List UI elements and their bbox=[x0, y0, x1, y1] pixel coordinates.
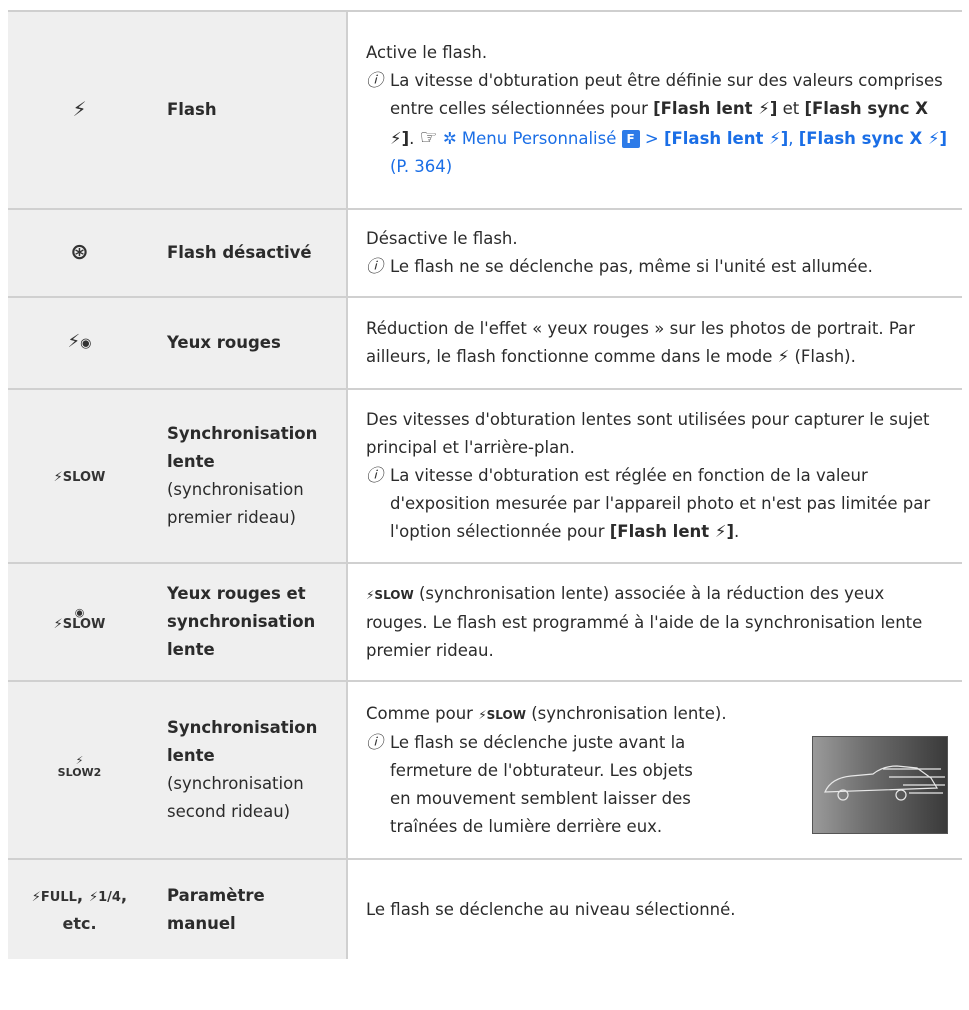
mode-name-cell: Yeux rouges et synchronisation lente bbox=[151, 562, 347, 682]
desc-line: Désactive le flash. bbox=[366, 229, 518, 248]
eye-icon: ◉ bbox=[80, 336, 92, 351]
mode-name: Yeux rouges bbox=[167, 333, 281, 352]
mode-name: Flash désactivé bbox=[167, 243, 312, 262]
table-row: ⚡ SLOW2 Synchronisation lente (synchroni… bbox=[8, 680, 962, 860]
mode-name-cell: Synchronisation lente (synchronisation s… bbox=[151, 680, 347, 860]
flash-off-icon: ⊛ bbox=[70, 239, 89, 265]
mode-description: Le flash se déclenche au niveau sélectio… bbox=[346, 858, 962, 959]
mode-name-cell: Paramètre manuel bbox=[151, 858, 347, 959]
note: ⓘ La vitesse d'obturation peut être défi… bbox=[366, 67, 948, 181]
mode-name-cell: Synchronisation lente (synchronisation p… bbox=[151, 388, 347, 564]
flash-bolt-icon: ⚡ bbox=[777, 347, 790, 366]
mode-description: Comme pour ⚡SLOW (synchronisation lente)… bbox=[346, 680, 962, 860]
slow-sync-icon: ⚡SLOW bbox=[366, 587, 414, 602]
moving-car-illustration bbox=[812, 735, 948, 834]
table-row: ⚡SLOW Synchronisation lente (synchronisa… bbox=[8, 388, 962, 564]
flash-bolt-icon: ⚡ bbox=[67, 331, 81, 352]
mode-description: Des vitesses d'obturation lentes sont ut… bbox=[346, 388, 962, 564]
info-icon: ⓘ bbox=[366, 732, 383, 753]
table-row: ◉ ⚡SLOW Yeux rouges et synchronisation l… bbox=[8, 562, 962, 682]
mode-name: Paramètre manuel bbox=[167, 885, 265, 933]
reference-icon: ☞ bbox=[419, 125, 438, 149]
table-row: ⚡◉ Yeux rouges Réduction de l'effet « ye… bbox=[8, 296, 962, 390]
menu-f-icon: F bbox=[621, 130, 640, 148]
flash-lent-link[interactable]: [Flash lent ⚡] bbox=[664, 129, 788, 148]
mode-name: Synchronisation lente bbox=[167, 424, 318, 471]
mode-name: Synchronisation lente bbox=[167, 718, 318, 765]
slow2-symbol: ⚡ SLOW2 bbox=[8, 680, 151, 860]
note: ⓘ La vitesse d'obturation est réglée en … bbox=[366, 462, 948, 546]
info-icon: ⓘ bbox=[366, 466, 383, 486]
manual-symbol: ⚡FULL, ⚡1/4, etc. bbox=[8, 858, 151, 959]
flash-off-symbol: ⊛ bbox=[8, 208, 151, 298]
table-row: ⊛ Flash désactivé Désactive le flash. ⓘ … bbox=[8, 208, 962, 298]
mode-description: Réduction de l'effet « yeux rouges » sur… bbox=[346, 296, 962, 390]
mode-name-sub: (synchronisation second rideau) bbox=[167, 774, 304, 821]
flash-sync-link[interactable]: [Flash sync X ⚡] bbox=[799, 129, 947, 148]
gear-icon: ✲ bbox=[442, 129, 457, 148]
info-icon: ⓘ bbox=[366, 257, 383, 277]
desc-line: Des vitesses d'obturation lentes sont ut… bbox=[366, 410, 930, 457]
mode-name-cell: Flash désactivé bbox=[151, 208, 347, 298]
note: ⓘ Le flash ne se déclenche pas, même si … bbox=[366, 253, 948, 281]
desc-line: Comme pour ⚡SLOW (synchronisation lente)… bbox=[366, 703, 727, 723]
slow-sync-icon: ⚡SLOW bbox=[478, 707, 526, 722]
mode-description: Désactive le flash. ⓘ Le flash ne se déc… bbox=[346, 208, 962, 298]
page-link[interactable]: (P. 364) bbox=[390, 157, 452, 176]
mode-description: ⚡SLOW (synchronisation lente) associée à… bbox=[346, 562, 962, 682]
red-eye-slow-symbol: ◉ ⚡SLOW bbox=[8, 562, 151, 682]
table-row: ⚡FULL, ⚡1/4, etc. Paramètre manuel Le fl… bbox=[8, 858, 962, 959]
mode-name-cell: Yeux rouges bbox=[151, 296, 347, 390]
menu-link[interactable]: Menu Personnalisé bbox=[462, 129, 616, 148]
mode-name: Flash bbox=[167, 100, 217, 119]
mode-name-sub: (synchronisation premier rideau) bbox=[167, 480, 304, 527]
info-icon: ⓘ bbox=[366, 71, 383, 91]
desc-line: Le flash se déclenche au niveau sélectio… bbox=[366, 899, 736, 919]
mode-name: Yeux rouges et synchronisation lente bbox=[167, 584, 316, 659]
flash-symbol: ⚡ bbox=[8, 10, 151, 210]
table-row: ⚡ Flash Active le flash. ⓘ La vitesse d'… bbox=[8, 10, 962, 210]
mode-name-cell: Flash bbox=[151, 10, 347, 210]
flash-modes-table: ⚡ Flash Active le flash. ⓘ La vitesse d'… bbox=[8, 10, 962, 959]
red-eye-symbol: ⚡◉ bbox=[8, 296, 151, 390]
slow-sync-symbol: ⚡SLOW bbox=[8, 388, 151, 564]
note: ⓘ Le flash se déclenche juste avant la f… bbox=[366, 729, 696, 841]
mode-description: Active le flash. ⓘ La vitesse d'obturati… bbox=[346, 10, 962, 210]
desc-line: Active le flash. bbox=[366, 43, 488, 62]
